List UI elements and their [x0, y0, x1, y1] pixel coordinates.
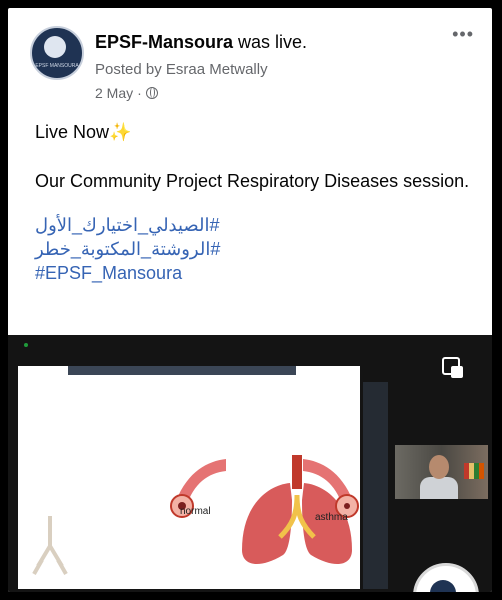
- page-avatar[interactable]: EPSF MANSOURA: [30, 26, 84, 80]
- slide-side-panel: [363, 382, 388, 589]
- post-line-session: Our Community Project Respiratory Diseas…: [35, 171, 470, 191]
- hashtag-link[interactable]: #EPSF_Mansoura: [35, 261, 475, 285]
- post-meta: 2 May ·: [95, 85, 158, 101]
- logo-mark: [44, 36, 66, 58]
- picture-in-picture-icon[interactable]: [442, 357, 464, 379]
- logo-text: EPSF MANSOURA: [35, 63, 79, 69]
- floating-avatar-button[interactable]: [413, 563, 479, 592]
- presentation-slide: normal asthma: [18, 366, 360, 589]
- live-video-player[interactable]: normal asthma ↗: [8, 335, 492, 592]
- slide-header-bar: [68, 366, 296, 375]
- post-date[interactable]: 2 May: [95, 85, 133, 101]
- post-body: Live Now✨ Our Community Project Respirat…: [35, 120, 475, 285]
- post-title: EPSF-Mansoura was live.: [95, 32, 307, 53]
- asthma-airway-illustration: [303, 459, 359, 518]
- speaker-camera-thumbnail: [395, 445, 488, 499]
- page-name-link[interactable]: EPSF-Mansoura: [95, 32, 233, 52]
- hashtag-link[interactable]: #الروشتة_المكتوبة_خطر: [35, 237, 475, 261]
- expand-arrow-icon[interactable]: ↗: [453, 567, 465, 584]
- globe-icon: [145, 87, 158, 99]
- post-action: was live.: [233, 32, 308, 52]
- airway-diagram: [32, 516, 68, 575]
- live-now-text: Live Now: [35, 122, 110, 142]
- post-card: EPSF MANSOURA EPSF-Mansoura was live. Po…: [8, 8, 492, 592]
- more-options-button[interactable]: •••: [452, 24, 474, 45]
- hashtag-link[interactable]: #الصيدلي_اختيارك_الأول: [35, 213, 475, 237]
- posted-by: Posted by Esraa Metwally: [95, 61, 268, 78]
- hashtag-list: #الصيدلي_اختيارك_الأول #الروشتة_المكتوبة…: [35, 213, 475, 285]
- asthma-label: asthma: [315, 512, 348, 523]
- normal-label: normal: [180, 506, 211, 517]
- meta-separator: ·: [137, 85, 142, 101]
- recording-indicator: [24, 343, 28, 347]
- post-header: EPSF MANSOURA EPSF-Mansoura was live. Po…: [8, 8, 492, 108]
- sparkle-icon: ✨: [109, 122, 132, 142]
- post-line-live: Live Now✨: [35, 120, 475, 144]
